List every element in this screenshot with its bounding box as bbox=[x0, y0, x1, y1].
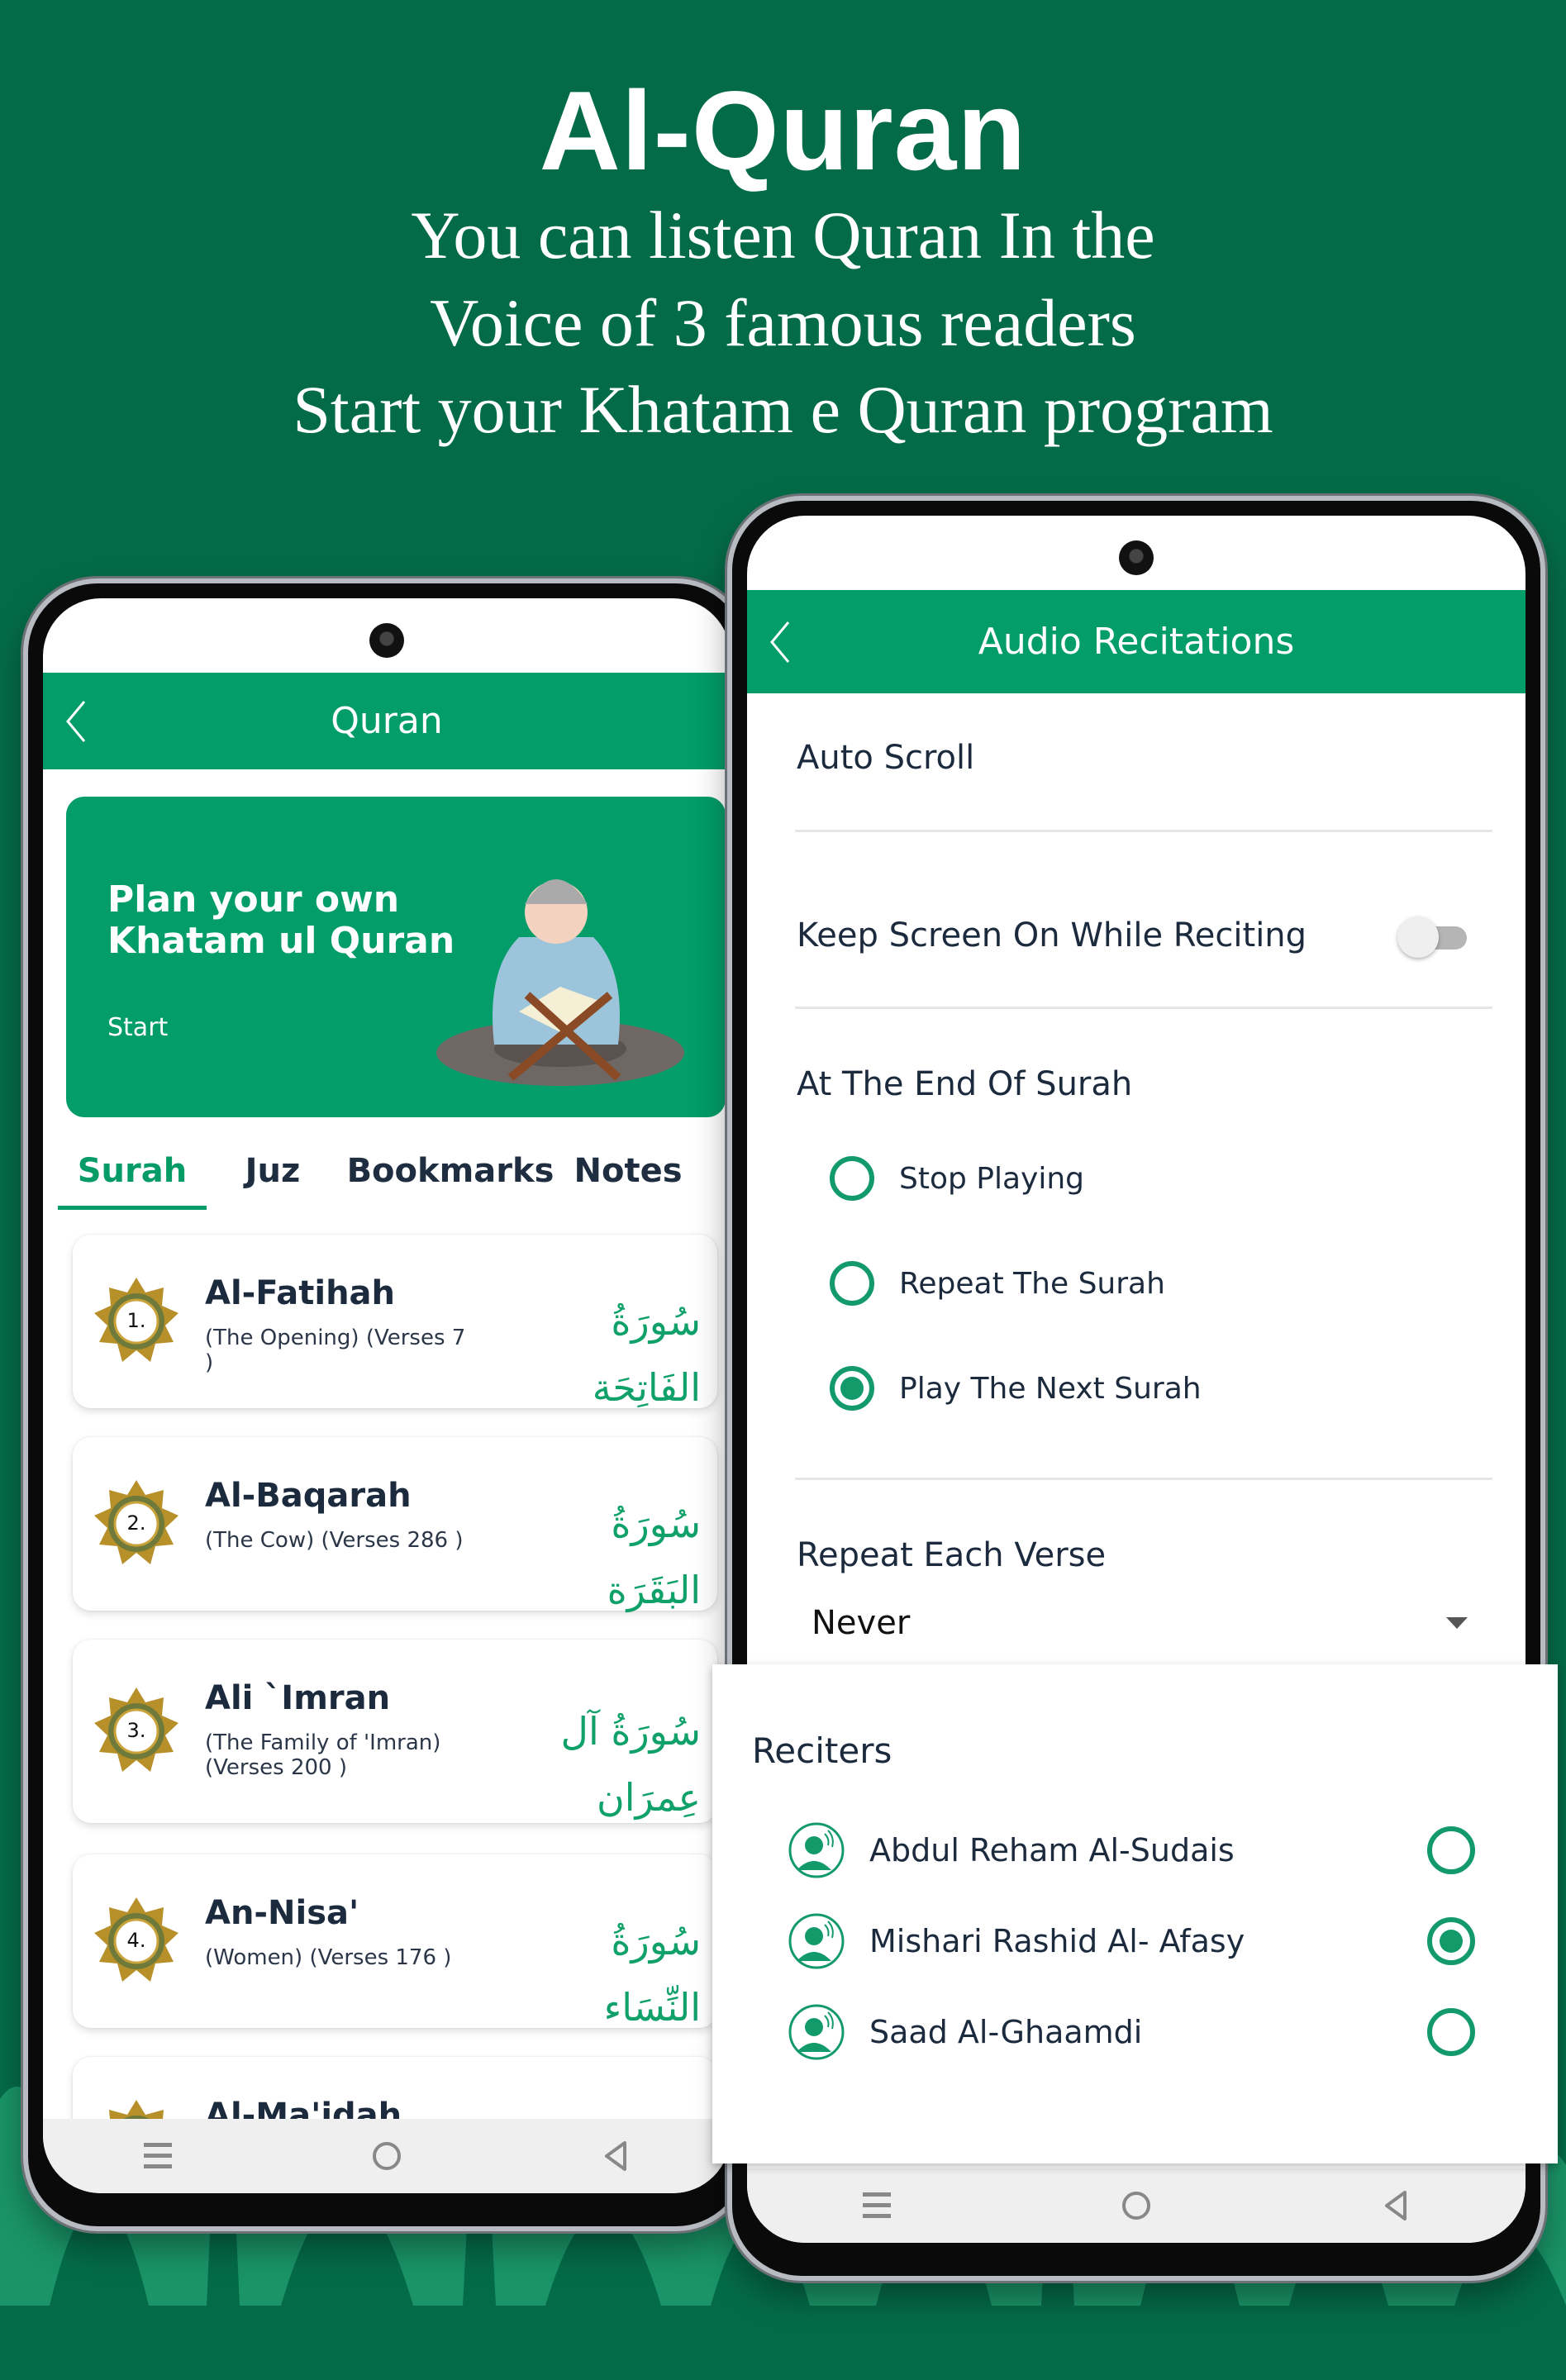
tab-notes[interactable]: Notes bbox=[562, 1127, 694, 1210]
menu-icon[interactable] bbox=[852, 2181, 902, 2230]
radio-button[interactable] bbox=[830, 1156, 874, 1201]
surah-name: Al-Baqarah bbox=[205, 1477, 412, 1515]
option-repeat-the-surah[interactable]: Repeat The Surah bbox=[830, 1261, 1165, 1306]
divider bbox=[795, 830, 1492, 832]
keep-screen-on-toggle[interactable] bbox=[1397, 916, 1472, 958]
screen-quran: Quran Plan your own Khatam ul Quran Star… bbox=[43, 598, 731, 2193]
surah-list: 1. Al-Fatihah (The Opening) (Verses 7 ) … bbox=[43, 1226, 731, 2119]
option-play-the-next-surah[interactable]: Play The Next Surah bbox=[830, 1366, 1202, 1411]
audio-app-bar: Audio Recitations bbox=[747, 590, 1526, 693]
reciter-avatar-icon bbox=[788, 2004, 845, 2060]
back-icon[interactable] bbox=[1371, 2181, 1421, 2230]
divider bbox=[795, 1478, 1492, 1480]
surah-list-item[interactable]: 3. Ali `Imran (The Family of 'Imran) (Ve… bbox=[73, 1640, 717, 1823]
home-icon[interactable] bbox=[1111, 2181, 1161, 2230]
tab-surah[interactable]: Surah bbox=[58, 1127, 207, 1210]
quran-app-bar: Quran bbox=[43, 673, 731, 769]
radio-button-selected[interactable] bbox=[1427, 1917, 1475, 1965]
chevron-left-icon[interactable] bbox=[64, 698, 88, 745]
promo-tagline-line-1: You can listen Quran In the bbox=[411, 198, 1155, 273]
surah-number-medallion-icon: 1. bbox=[91, 1276, 182, 1367]
surah-subtitle: (The Cow) (Verses 286 ) bbox=[205, 1528, 464, 1553]
dropdown-caret-icon bbox=[1446, 1617, 1468, 1629]
surah-name: Al-Ma'idah bbox=[205, 2097, 402, 2119]
radio-button[interactable] bbox=[1427, 1826, 1475, 1874]
front-camera bbox=[1119, 540, 1154, 575]
plan-card-title: Plan your own Khatam ul Quran bbox=[107, 878, 455, 962]
reciters-panel: Reciters Abdul Reham Al-Sudais Mishari R… bbox=[712, 1664, 1558, 2163]
app-bar-title: Audio Recitations bbox=[978, 621, 1295, 663]
promo-title: Al-Quran bbox=[539, 68, 1027, 193]
quran-tabs: Surah Juz Bookmarks Notes bbox=[43, 1127, 731, 1210]
option-stop-playing[interactable]: Stop Playing bbox=[830, 1156, 1084, 1201]
surah-number-medallion-icon: 4. bbox=[91, 1896, 182, 1987]
surah-list-item[interactable]: 4. An-Nisa' (Women) (Verses 176 ) سُورَة… bbox=[73, 1854, 717, 2030]
end-of-surah-label: At The End Of Surah bbox=[797, 1065, 1133, 1103]
surah-number-medallion-icon: 3. bbox=[91, 1686, 182, 1777]
surah-arabic-calligraphy: سُورَةُ المَائِدَة bbox=[519, 2111, 701, 2119]
surah-number-medallion-icon: 5. bbox=[91, 2098, 182, 2119]
surah-name: Ali `Imran bbox=[205, 1679, 391, 1717]
plan-start-button[interactable]: Start bbox=[107, 1013, 168, 1042]
surah-list-item[interactable]: 1. Al-Fatihah (The Opening) (Verses 7 ) … bbox=[73, 1235, 717, 1410]
phone-quran-screen: Quran Plan your own Khatam ul Quran Star… bbox=[23, 578, 750, 2231]
tab-bookmarks[interactable]: Bookmarks bbox=[339, 1127, 562, 1210]
reciter-avatar-icon bbox=[788, 1913, 845, 1969]
tab-juz[interactable]: Juz bbox=[207, 1127, 339, 1210]
system-nav-bar bbox=[747, 2168, 1526, 2243]
front-camera bbox=[369, 623, 404, 658]
surah-name: An-Nisa' bbox=[205, 1894, 359, 1932]
radio-button[interactable] bbox=[830, 1261, 874, 1306]
reciter-item[interactable]: Saad Al-Ghaamdi bbox=[787, 1995, 1475, 2069]
khatam-plan-card[interactable]: Plan your own Khatam ul Quran Start bbox=[66, 797, 726, 1117]
promo-tagline-line-2: Voice of 3 famous readers bbox=[430, 285, 1136, 360]
keep-screen-on-label: Keep Screen On While Reciting bbox=[797, 916, 1307, 954]
surah-number-medallion-icon: 2. bbox=[91, 1478, 182, 1569]
reciters-title: Reciters bbox=[752, 1730, 892, 1771]
surah-arabic-calligraphy: سُورَةُ آل عِمرَان bbox=[560, 1709, 701, 1820]
auto-scroll-setting[interactable]: Auto Scroll bbox=[797, 739, 974, 777]
surah-name: Al-Fatihah bbox=[205, 1274, 396, 1312]
back-icon[interactable] bbox=[591, 2131, 640, 2181]
divider bbox=[795, 1007, 1492, 1009]
home-icon[interactable] bbox=[362, 2131, 412, 2181]
radio-button[interactable] bbox=[1427, 2008, 1475, 2056]
menu-icon[interactable] bbox=[133, 2131, 183, 2181]
surah-subtitle: (Women) (Verses 176 ) bbox=[205, 1945, 452, 1970]
reciter-avatar-icon bbox=[788, 1822, 845, 1878]
radio-button-selected[interactable] bbox=[830, 1366, 874, 1411]
boy-reading-quran-illustration bbox=[436, 879, 684, 1086]
surah-arabic-calligraphy: سُورَةُ النِّسَاء bbox=[603, 1919, 701, 2030]
surah-subtitle: (The Family of 'Imran) (Verses 200 ) bbox=[205, 1730, 441, 1780]
promo-tagline-line-3: Start your Khatam e Quran program bbox=[293, 372, 1273, 447]
repeat-each-verse-dropdown[interactable]: Never bbox=[812, 1594, 1468, 1652]
surah-list-item[interactable]: 2. Al-Baqarah (The Cow) (Verses 286 ) سُ… bbox=[73, 1437, 717, 1612]
repeat-each-verse-label: Repeat Each Verse bbox=[797, 1536, 1107, 1574]
chevron-left-icon[interactable] bbox=[769, 619, 792, 665]
surah-subtitle: (The Opening) (Verses 7 ) bbox=[205, 1326, 466, 1375]
reciter-item[interactable]: Mishari Rashid Al- Afasy bbox=[787, 1904, 1475, 1978]
surah-arabic-calligraphy: سُورَةُ الفَاتِحَة bbox=[592, 1299, 701, 1410]
system-nav-bar bbox=[43, 2119, 731, 2193]
surah-arabic-calligraphy: سُورَةُ البَقَرَة bbox=[607, 1502, 701, 1612]
reciter-item[interactable]: Abdul Reham Al-Sudais bbox=[787, 1813, 1475, 1887]
app-bar-title: Quran bbox=[331, 700, 443, 742]
surah-list-item[interactable]: 5. Al-Ma'idah سُورَةُ المَائِدَة bbox=[73, 2057, 717, 2119]
